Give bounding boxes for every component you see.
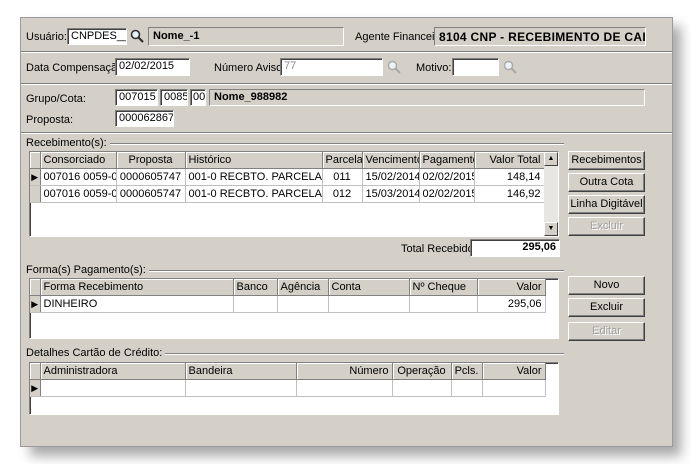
col-forma-recebimento[interactable]: Forma Recebimento: [40, 279, 234, 296]
col-numero[interactable]: Número: [296, 363, 393, 380]
col-conta[interactable]: Conta: [328, 279, 410, 296]
divider: [21, 51, 672, 53]
cell-consorciado: 007016 0059-00: [40, 185, 117, 203]
cell-numero: [296, 379, 393, 397]
total-recebido-label: Total Recebido:: [401, 243, 477, 255]
col-proposta[interactable]: Proposta: [116, 152, 186, 169]
cell-vencimento: 15/03/2014: [362, 185, 420, 203]
novo-button[interactable]: Novo: [568, 276, 645, 295]
cell-valor-total: 148,14: [474, 168, 545, 186]
col-valor-total[interactable]: Valor Total: [474, 152, 545, 169]
vertical-scrollbar[interactable]: ▲ ▼: [544, 152, 558, 236]
excluir-recebimento-button[interactable]: Excluir: [568, 217, 645, 236]
search-icon[interactable]: [387, 60, 401, 74]
col-parcelas[interactable]: Pcls.: [451, 363, 483, 380]
excluir-forma-button[interactable]: Excluir: [568, 298, 645, 317]
cell-proposta: 0000605747: [116, 168, 186, 186]
col-cheque[interactable]: Nº Cheque: [409, 279, 478, 296]
cell-administradora: [40, 379, 186, 397]
grid-corner: [30, 279, 41, 296]
table-row[interactable]: ▶ 007016 0059-00 0000605747 001-0 RECBTO…: [30, 168, 545, 186]
col-operacao[interactable]: Operação: [392, 363, 452, 380]
cell-consorciado: 007016 0059-00: [40, 168, 117, 186]
usuario-nome: Nome_-1: [148, 27, 344, 46]
cell-forma: DINHEIRO: [40, 295, 234, 313]
cartao-title: Detalhes Cartão de Crédito:: [26, 347, 166, 359]
motivo-label: Motivo:: [416, 62, 452, 74]
scroll-up-icon[interactable]: ▲: [544, 152, 558, 166]
col-valor[interactable]: Valor: [482, 363, 546, 380]
search-icon[interactable]: [130, 29, 144, 43]
col-bandeira[interactable]: Bandeira: [185, 363, 297, 380]
grupo-cota-label: Grupo/Cota:: [26, 93, 86, 105]
cell-cheque: [409, 295, 478, 313]
col-vencimento[interactable]: Vencimento: [362, 152, 420, 169]
row-indicator-icon: ▶: [30, 168, 41, 186]
data-compensacao-input[interactable]: 02/02/2015: [115, 58, 190, 76]
recebimentos-button[interactable]: Recebimentos: [568, 151, 645, 170]
table-row[interactable]: 007016 0059-00 0000605747 001-0 RECBTO. …: [30, 185, 545, 203]
outra-cota-button[interactable]: Outra Cota: [568, 173, 645, 192]
data-compensacao-label: Data Compensação:: [26, 62, 127, 74]
cell-pagamento: 02/02/2015: [419, 185, 475, 203]
usuario-label: Usuário:: [26, 31, 67, 43]
scroll-down-icon[interactable]: ▼: [544, 222, 558, 236]
total-recebido-value: 295,06: [470, 239, 560, 257]
usuario-input[interactable]: CNPDES____: [67, 28, 127, 45]
grid-corner: [30, 363, 41, 380]
cota-input[interactable]: 0085: [160, 89, 188, 106]
recebimentos-title: Recebimento(s):: [26, 137, 110, 149]
cell-operacao: [392, 379, 452, 397]
cell-agencia: [277, 295, 329, 313]
divider: [21, 83, 672, 85]
cell-historico: 001-0 RECBTO. PARCELA: [185, 168, 323, 186]
grid-corner: [30, 152, 41, 169]
col-banco[interactable]: Banco: [233, 279, 278, 296]
cell-valor-total: 146,92: [474, 185, 545, 203]
col-pagamento[interactable]: Pagamento: [419, 152, 475, 169]
cell-valor: [482, 379, 546, 397]
agente-value: 8104 CNP - RECEBIMENTO DE CAIXA: [434, 27, 646, 46]
formas-grid[interactable]: Forma Recebimento Banco Agência Conta Nº…: [29, 278, 559, 339]
numero-aviso-label: Número Aviso:: [214, 62, 286, 74]
motivo-input[interactable]: [452, 58, 499, 76]
table-row[interactable]: ▶ DINHEIRO 295,06: [30, 295, 546, 313]
col-parcela[interactable]: Parcela: [322, 152, 363, 169]
cell-proposta: 0000605747: [116, 185, 186, 203]
cell-valor: 295,06: [477, 295, 546, 313]
cell-historico: 001-0 RECBTO. PARCELA: [185, 185, 323, 203]
proposta-label: Proposta:: [26, 114, 74, 126]
cell-conta: [328, 295, 410, 313]
recebimentos-grid[interactable]: Consorciado Proposta Histórico Parcela V…: [29, 151, 559, 237]
search-icon[interactable]: [503, 60, 517, 74]
col-valor[interactable]: Valor: [477, 279, 546, 296]
col-historico[interactable]: Histórico: [185, 152, 323, 169]
formas-title: Forma(s) Pagamento(s):: [26, 264, 149, 276]
col-consorciado[interactable]: Consorciado: [40, 152, 117, 169]
digito-input[interactable]: 00: [190, 89, 206, 106]
cell-vencimento: 15/02/2014: [362, 168, 420, 186]
proposta-input[interactable]: 0000628670: [115, 110, 174, 127]
col-administradora[interactable]: Administradora: [40, 363, 186, 380]
cell-parcela: 012: [322, 185, 363, 203]
divider: [21, 132, 672, 134]
cell-banco: [233, 295, 278, 313]
linha-digitavel-button[interactable]: Linha Digitável: [568, 195, 645, 214]
cartao-grid[interactable]: Administradora Bandeira Número Operação …: [29, 362, 559, 415]
row-indicator: [30, 185, 41, 203]
cell-parcela: 011: [322, 168, 363, 186]
col-agencia[interactable]: Agência: [277, 279, 329, 296]
table-row[interactable]: ▶: [30, 379, 546, 397]
row-indicator-icon: ▶: [30, 295, 41, 313]
cell-pagamento: 02/02/2015: [419, 168, 475, 186]
editar-button[interactable]: Editar: [568, 322, 645, 341]
row-indicator-icon: ▶: [30, 379, 41, 397]
main-window: Usuário: CNPDES____ Nome_-1 Agente Finan…: [20, 17, 673, 447]
cell-parcelas: [451, 379, 483, 397]
grupo-input[interactable]: 007015: [115, 89, 158, 106]
grupo-nome: Nome_988982: [209, 89, 645, 106]
numero-aviso-input[interactable]: 77: [280, 58, 383, 76]
cell-bandeira: [185, 379, 297, 397]
